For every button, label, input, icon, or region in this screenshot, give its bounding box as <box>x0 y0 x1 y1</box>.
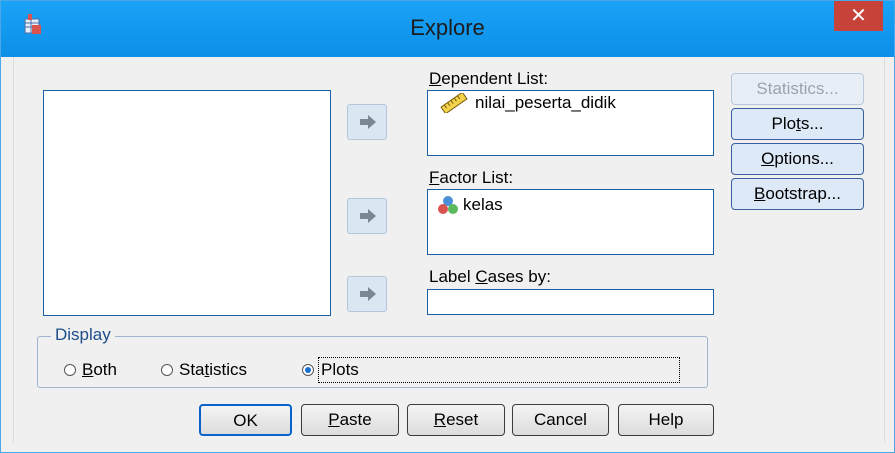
paste-button[interactable]: Paste <box>301 404 399 436</box>
label-cases-label: Label Cases by: <box>429 267 551 286</box>
statistics-radio[interactable] <box>161 364 173 376</box>
reset-button[interactable]: Reset <box>407 404 505 436</box>
arrow-right-icon <box>360 115 376 129</box>
help-button[interactable]: Help <box>618 404 714 436</box>
title-bar[interactable]: Explore ✕ <box>1 1 894 57</box>
close-button[interactable]: ✕ <box>834 1 883 31</box>
nominal-variable-icon <box>438 196 458 214</box>
dependent-list-label: Dependent List: <box>429 69 549 88</box>
source-variable-list[interactable] <box>43 90 331 316</box>
factor-list-label: Factor List: <box>429 168 514 187</box>
move-to-factor-button[interactable] <box>347 198 387 234</box>
window-title: Explore <box>410 15 485 40</box>
move-to-dependent-button[interactable] <box>347 104 387 140</box>
explore-dialog: Explore ✕ Dependent List: nilai_peserta_… <box>0 0 895 453</box>
bootstrap-button[interactable]: Bootstrap... <box>731 178 864 210</box>
both-radio[interactable] <box>64 364 76 376</box>
statistics-button[interactable]: Statistics... <box>731 73 864 105</box>
factor-variable-name: kelas <box>463 195 503 214</box>
label-cases-field[interactable] <box>427 289 714 315</box>
arrow-right-icon <box>360 287 376 301</box>
plots-radio[interactable] <box>302 364 314 376</box>
dependent-variable-name: nilai_peserta_didik <box>475 93 616 112</box>
ruler-icon <box>440 93 468 113</box>
arrow-right-icon <box>360 209 376 223</box>
ok-button[interactable]: OK <box>199 404 292 436</box>
move-to-label-cases-button[interactable] <box>347 276 387 312</box>
display-group-label: Display <box>51 325 115 345</box>
plots-button[interactable]: Plots... <box>731 108 864 140</box>
plots-option-label: Plots <box>318 357 680 383</box>
cancel-button[interactable]: Cancel <box>512 404 609 436</box>
options-button[interactable]: Options... <box>731 143 864 175</box>
